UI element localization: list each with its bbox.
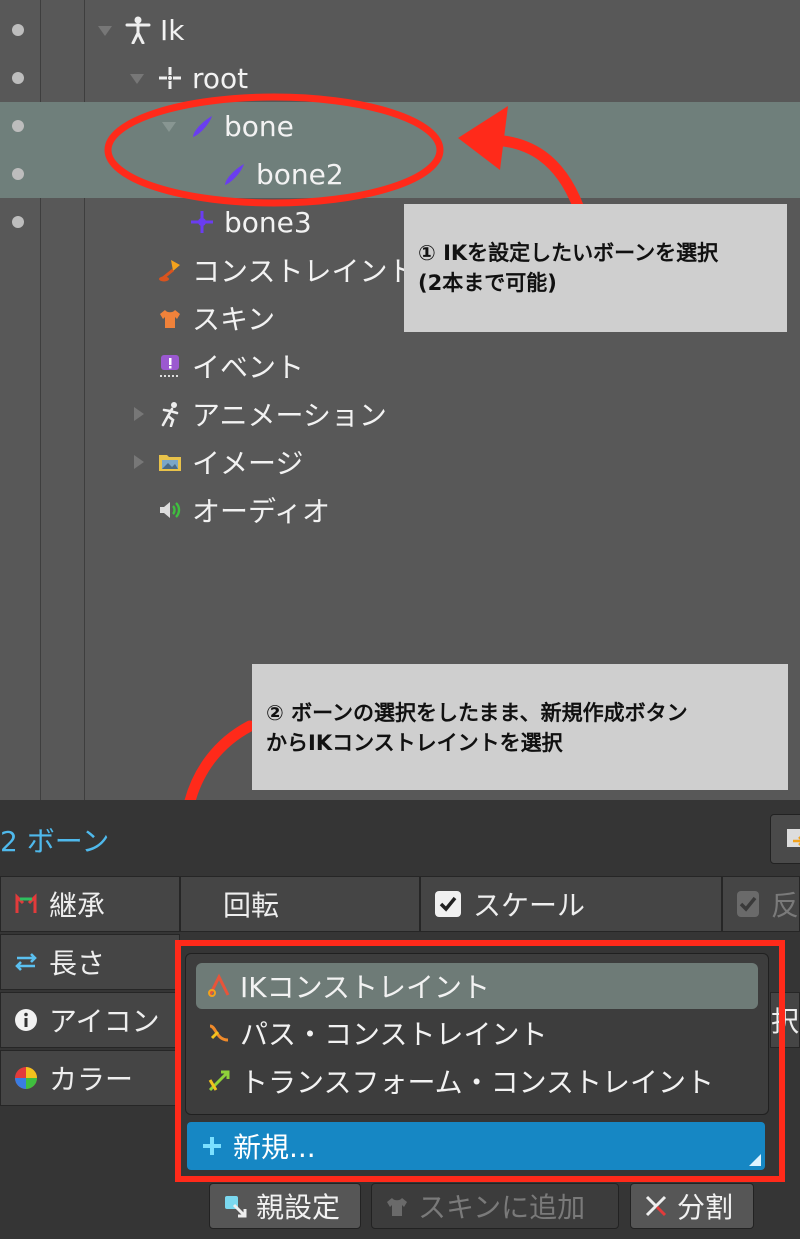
reflect-checkbox[interactable] — [737, 891, 759, 917]
color-wheel-icon — [13, 1065, 39, 1091]
corner-triangle-icon — [749, 1154, 761, 1166]
panel-action-button[interactable] — [770, 814, 800, 864]
callout-step1-subtext: (2本まで可能) — [418, 271, 557, 295]
split-button[interactable]: 分割 — [630, 1183, 754, 1229]
copy-icon — [785, 827, 800, 851]
menu-item-ik-constraint[interactable]: IKコンストレイント — [196, 963, 758, 1009]
menu-item-label: パス・コンストレイント — [240, 1018, 548, 1051]
callout-step1: ① IKを設定したいボーンを選択 (2本まで可能) — [404, 204, 787, 332]
set-parent-button[interactable]: 親設定 — [209, 1183, 361, 1229]
inherit-label: 継承 — [49, 889, 106, 922]
scale-checkbox[interactable] — [435, 891, 461, 917]
cut-off-text: 択 — [771, 1005, 800, 1038]
menu-item-transform-constraint[interactable]: トランスフォーム・コンストレイント — [196, 1058, 758, 1104]
set-parent-label: 親設定 — [256, 1191, 341, 1224]
color-label: カラー — [49, 1063, 134, 1096]
rotate-label: 回転 — [223, 889, 280, 922]
skin-add-icon — [384, 1193, 410, 1219]
transform-constraint-icon — [206, 1068, 232, 1094]
new-button[interactable]: 新規... — [187, 1122, 765, 1170]
cut-off-field[interactable]: 択 — [770, 992, 800, 1048]
color-row-label: カラー — [0, 1050, 180, 1106]
inherit-icon — [13, 891, 39, 917]
menu-item-label: IKコンストレイント — [240, 971, 491, 1004]
set-parent-icon — [222, 1193, 248, 1219]
menu-item-path-constraint[interactable]: パス・コンストレイント — [196, 1010, 758, 1056]
plus-icon — [201, 1135, 223, 1157]
new-constraint-menu: IKコンストレイント パス・コンストレイント トランスフォーム・コンストレイント — [185, 953, 769, 1115]
length-arrows-icon — [13, 949, 39, 975]
panel-title: 2 ボーン — [0, 825, 110, 858]
info-icon — [13, 1007, 39, 1033]
callout-step2-text: ② ボーンの選択をしたまま、新規作成ボタン — [266, 701, 688, 725]
path-constraint-icon — [206, 1020, 232, 1046]
reflect-toggle[interactable]: 反 — [722, 876, 800, 932]
icon-row-label: アイコン — [0, 992, 180, 1048]
length-label: 長さ — [49, 947, 106, 980]
add-to-skin-label: スキンに追加 — [418, 1191, 586, 1224]
add-to-skin-button[interactable]: スキンに追加 — [371, 1183, 619, 1229]
scale-label: スケール — [473, 889, 586, 922]
scale-toggle[interactable]: スケール — [420, 876, 722, 932]
inherit-row-label: 継承 — [0, 876, 180, 932]
menu-item-label: トランスフォーム・コンストレイント — [240, 1066, 715, 1099]
callout-step1-text: ① IKを設定したいボーンを選択 — [418, 241, 719, 265]
new-button-label: 新規... — [233, 1131, 316, 1164]
icon-label: アイコン — [49, 1005, 160, 1038]
split-icon — [643, 1193, 669, 1219]
split-label: 分割 — [677, 1191, 734, 1224]
length-row-label: 長さ — [0, 934, 180, 990]
reflect-label: 反 — [770, 889, 799, 922]
ik-constraint-icon — [206, 973, 232, 999]
callout-step2: ② ボーンの選択をしたまま、新規作成ボタン からIKコンストレイントを選択 — [252, 664, 788, 790]
callout-step2-subtext: からIKコンストレイントを選択 — [266, 731, 563, 755]
rotate-toggle[interactable]: 回転 — [180, 876, 420, 932]
